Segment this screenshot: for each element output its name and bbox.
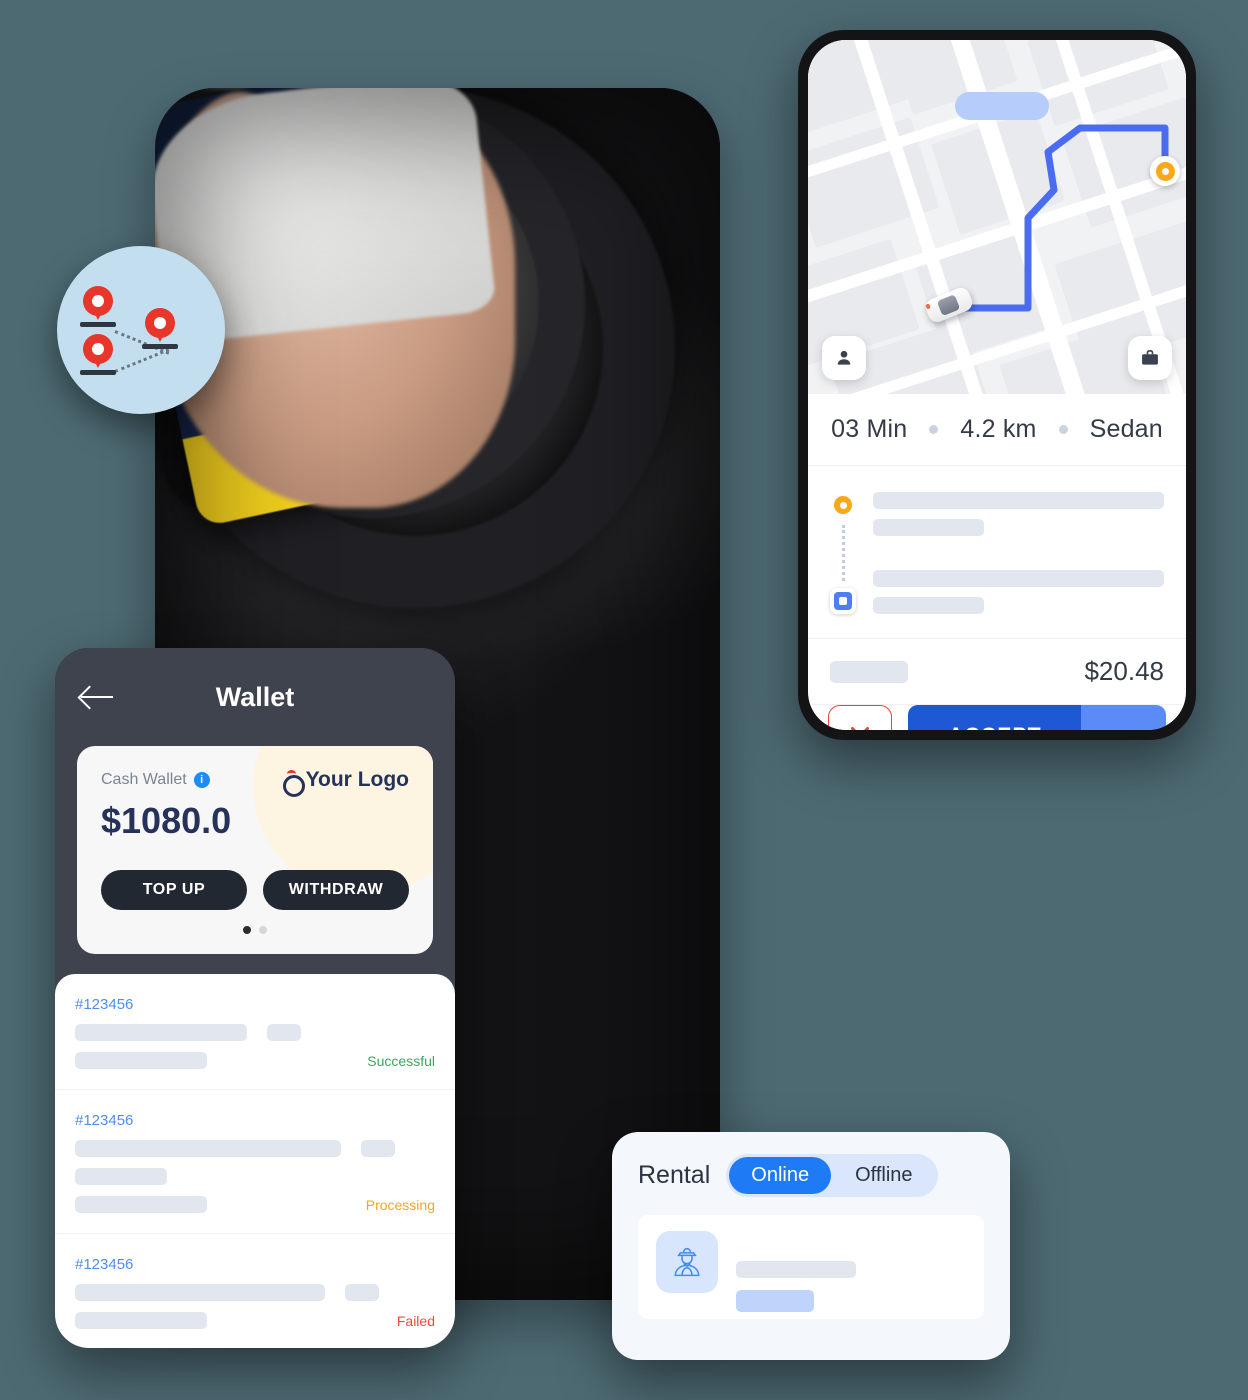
screenshot-stage: 03 Min 4.2 km Sedan $20.48 Wallet Cash W…: [0, 0, 1248, 1400]
pickup-circle-icon: [830, 492, 856, 518]
luggage-count-button[interactable]: [1128, 336, 1172, 380]
accept-button[interactable]: ACCEPT: [908, 705, 1166, 730]
ride-distance: 4.2 km: [960, 415, 1037, 443]
fare-amount: $20.48: [1084, 656, 1164, 686]
brand-logo: Your Logo: [282, 768, 409, 797]
map-pin-icon: [142, 308, 178, 349]
wallet-phone: Wallet Cash Wallet i Your Logo $1080.0 T…: [55, 648, 455, 1348]
transaction-detail-bar: [75, 1168, 167, 1185]
transaction-detail-bar: [75, 1284, 325, 1301]
chauffeur-driver-icon: [656, 1231, 718, 1293]
fare-row: $20.48: [808, 639, 1186, 705]
map-pin-icon: [80, 334, 116, 375]
route-dotted-line-bottom: [114, 348, 170, 373]
carousel-dots: [101, 926, 409, 934]
top-up-button[interactable]: TOP UP: [101, 870, 247, 910]
rental-header: Rental Online Offline: [638, 1154, 984, 1197]
ride-address-block: [808, 466, 1186, 639]
accept-button-label: ACCEPT: [948, 724, 1042, 730]
transaction-id: #123456: [75, 996, 134, 1013]
ride-duration: 03 Min: [831, 415, 908, 443]
tab-offline[interactable]: Offline: [833, 1157, 934, 1194]
ride-meta-row: 03 Min 4.2 km Sedan: [808, 394, 1186, 466]
transaction-id: #123456: [75, 1112, 134, 1129]
meta-separator-dot: [929, 425, 939, 434]
rental-screen: Rental Online Offline: [612, 1132, 1010, 1360]
transaction-amount-bar: [361, 1140, 395, 1157]
carousel-dot-active[interactable]: [243, 926, 251, 934]
withdraw-button[interactable]: WITHDRAW: [263, 870, 409, 910]
online-offline-toggle[interactable]: Online Offline: [726, 1154, 938, 1197]
fare-label-placeholder: [830, 660, 908, 683]
transaction-amount-bar: [345, 1284, 379, 1301]
rental-title: Rental: [638, 1161, 711, 1189]
ride-vehicle-type: Sedan: [1089, 415, 1163, 443]
rental-list-item[interactable]: [638, 1215, 984, 1319]
status-badge: Successful: [367, 1052, 435, 1069]
briefcase-icon: [1142, 350, 1158, 365]
address-rail: [830, 492, 856, 614]
page-title: Wallet: [215, 681, 295, 712]
person-icon: [837, 350, 851, 365]
list-item[interactable]: #123456 Processing: [55, 1090, 455, 1234]
cash-wallet-label-group: Cash Wallet i: [101, 771, 210, 789]
transaction-amount-bar: [267, 1024, 301, 1041]
pickup-address-line-2: [873, 519, 984, 536]
wallet-header: Wallet: [55, 648, 455, 746]
back-arrow-icon[interactable]: [81, 684, 115, 710]
status-badge: Failed: [396, 1312, 435, 1329]
cash-wallet-card: Cash Wallet i Your Logo $1080.0 TOP UP W…: [77, 746, 433, 954]
transaction-detail-bar: [75, 1052, 207, 1069]
brand-logo-text: Your Logo: [305, 768, 409, 791]
ride-map[interactable]: [808, 40, 1186, 394]
transaction-detail-bar: [75, 1024, 247, 1041]
brand-o-logo-icon: [282, 769, 305, 797]
ride-request-phone: 03 Min 4.2 km Sedan $20.48: [798, 30, 1196, 740]
route-pins-badge: [57, 246, 225, 414]
transaction-detail-bar: [75, 1312, 207, 1329]
rental-detail-line-1: [736, 1261, 856, 1278]
rail-dotted-connector: [841, 525, 845, 581]
cash-wallet-label: Cash Wallet: [101, 771, 187, 788]
meta-separator-dot: [1058, 425, 1068, 434]
dropoff-address-line-2: [873, 597, 984, 614]
transaction-detail-bar: [75, 1140, 341, 1157]
wallet-balance: $1080.0: [101, 800, 232, 841]
dropoff-address-line-1: [873, 570, 1164, 587]
ride-request-card: 03 Min 4.2 km Sedan $20.48: [808, 40, 1186, 730]
map-pin-icon: [80, 286, 116, 327]
close-x-icon: [851, 727, 869, 730]
rental-card-phone: Rental Online Offline: [612, 1132, 1010, 1360]
rental-detail-line-2: [736, 1290, 814, 1312]
ride-action-row: ACCEPT: [808, 705, 1186, 730]
carousel-dot[interactable]: [259, 926, 267, 934]
list-item[interactable]: #123456 Failed: [55, 1234, 455, 1348]
transaction-list[interactable]: #123456 Successful #123456 Processing #1…: [55, 974, 455, 1348]
decline-button[interactable]: [828, 705, 892, 730]
pickup-address-line-1: [873, 492, 1164, 509]
status-badge: Processing: [365, 1196, 435, 1213]
wallet-screen: Wallet Cash Wallet i Your Logo $1080.0 T…: [55, 648, 455, 1348]
list-item[interactable]: #123456 Successful: [55, 974, 455, 1090]
tab-online[interactable]: Online: [729, 1157, 832, 1194]
passenger-count-button[interactable]: [822, 336, 866, 380]
info-icon[interactable]: i: [193, 772, 210, 788]
destination-marker-icon: [1150, 156, 1180, 186]
dropoff-square-icon: [830, 588, 856, 614]
transaction-id: #123456: [75, 1256, 134, 1273]
transaction-detail-bar: [75, 1196, 207, 1213]
